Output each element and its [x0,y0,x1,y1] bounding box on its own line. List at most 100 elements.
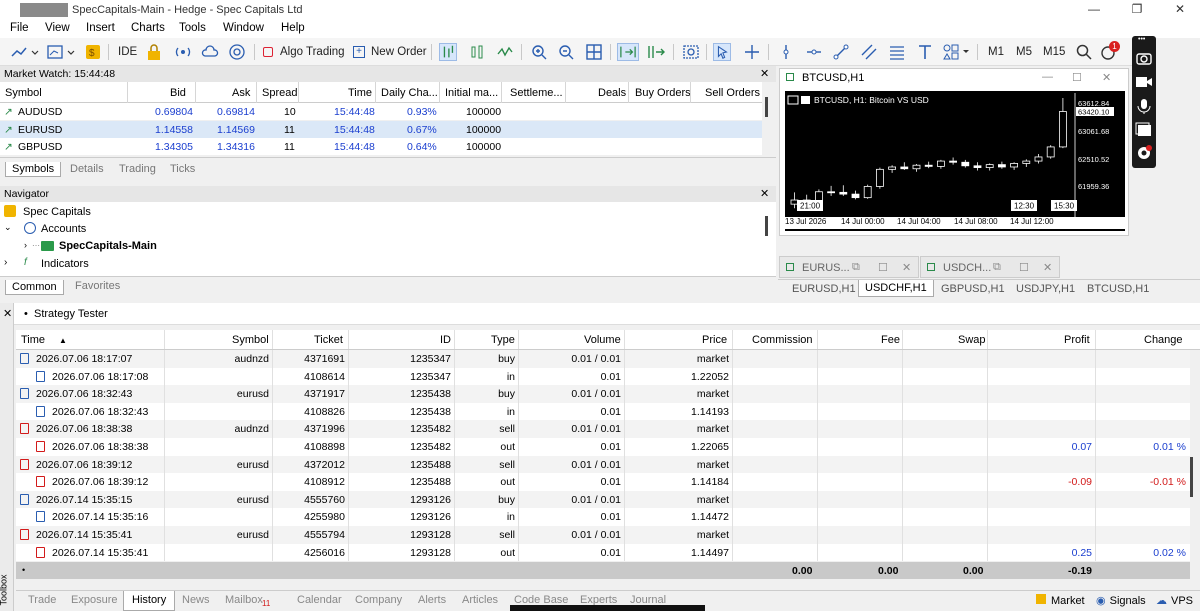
bar-chart-icon[interactable] [468,43,486,61]
col-fee[interactable]: Fee [881,334,900,346]
chart-menu-icon[interactable] [787,95,799,105]
market-watch-scrollbar[interactable] [765,97,768,117]
cloud-icon[interactable] [201,43,219,61]
col-symbol[interactable]: Symbol [232,334,269,346]
timeframe-m15[interactable]: M15 [1043,42,1065,62]
history-order-row[interactable]: 2026.07.06 18:39:12 eurusd 4372012 1235488 s… [16,455,1190,474]
history-order-row[interactable]: 2026.07.06 18:17:07 audnzd 4371691 1235347 b… [16,350,1190,368]
algo-trading-button[interactable]: Algo Trading [263,42,345,62]
column-divider[interactable] [164,330,165,349]
tab-mailbox[interactable]: Mailbox [225,594,263,606]
chart-tab-usdjpy[interactable]: USDJPY,H1 [1016,283,1075,295]
market-status-button[interactable]: Market [1036,594,1085,610]
chart-canvas[interactable]: BTCUSD, H1: Bitcoin VS USD 63612.84 6342… [785,91,1125,231]
market-watch-row[interactable]: ↗ GBPUSD 1.34305 1.34316 11 15:44:48 0.6… [0,138,762,155]
col-daily-change[interactable]: Daily Cha... [381,87,438,99]
navigator-close-icon[interactable]: ✕ [760,187,769,200]
history-order-row[interactable]: 2026.07.14 15:35:15 eurusd 4555760 1293126 b… [16,490,1190,509]
maximize-icon[interactable]: ☐ [1019,261,1029,274]
text-icon[interactable] [916,43,934,61]
column-divider[interactable] [454,330,455,349]
col-bid[interactable]: Bid [170,87,186,99]
maximize-button[interactable]: ❐ [1127,2,1147,18]
history-order-row[interactable]: 2026.07.06 18:38:38 audnzd 4371996 1235482 s… [16,420,1190,438]
tab-calendar[interactable]: Calendar [297,594,342,606]
history-deal-row[interactable]: 2026.07.14 15:35:16 4255980 1293126 in 0.01 1… [16,508,1190,526]
trendline-icon[interactable] [832,43,850,61]
tab-details[interactable]: Details [70,163,104,175]
chevron-right-icon[interactable]: › [24,240,27,250]
history-order-row[interactable]: 2026.07.14 15:35:41 eurusd 4555794 1293128 s… [16,526,1190,544]
crosshair-icon[interactable] [743,43,761,61]
column-divider[interactable] [1095,330,1096,349]
close-icon[interactable]: ✕ [1043,261,1052,274]
history-deal-row[interactable]: 2026.07.06 18:38:38 4108898 1235482 out 0.01… [16,438,1190,456]
chevron-down-icon[interactable]: ⌄ [4,222,12,233]
col-buy-orders[interactable]: Buy Orders [635,87,691,99]
column-divider[interactable] [272,330,273,349]
chart-tab-eurusd[interactable]: EURUSD,H1 [792,283,856,295]
strategy-tester-bar[interactable]: • Strategy Tester [14,303,1200,325]
col-commission[interactable]: Commission [752,334,813,346]
tab-articles[interactable]: Articles [462,594,498,606]
minimized-chart-eurusd[interactable]: EURUS... ⧉ ☐ ✕ [779,256,919,278]
tab-company[interactable]: Company [355,594,402,606]
market-watch-row[interactable]: ↗ AUDUSD 0.69804 0.69814 10 15:44:48 0.9… [0,103,762,120]
column-divider[interactable] [375,82,376,103]
col-spread[interactable]: Spread [262,87,297,99]
col-price[interactable]: Price [702,334,727,346]
column-divider[interactable] [348,330,349,349]
col-ticket[interactable]: Ticket [314,334,343,346]
column-divider[interactable] [195,82,196,103]
column-divider[interactable] [902,330,903,349]
horizontal-line-icon[interactable] [805,43,823,61]
menu-window[interactable]: Window [223,22,264,34]
menu-tools[interactable]: Tools [179,22,206,34]
column-divider[interactable] [624,330,625,349]
channel-icon[interactable] [860,43,878,61]
search-icon[interactable] [1075,43,1093,61]
restore-icon[interactable]: ⧉ [852,261,860,274]
column-divider[interactable] [690,82,691,103]
tab-exposure[interactable]: Exposure [71,594,117,606]
market-icon[interactable]: $ [84,43,102,61]
history-deal-row[interactable]: 2026.07.06 18:17:08 4108614 1235347 in 0.01 1… [16,367,1190,386]
candlestick-chart[interactable]: BTCUSD, H1: Bitcoin VS USD 63612.84 6342… [785,91,1125,231]
col-sell-orders[interactable]: Sell Orders [705,87,760,99]
tab-history[interactable]: History [123,591,176,611]
col-id[interactable]: ID [440,334,451,346]
ide-button[interactable]: IDE [118,42,137,62]
tab-alerts[interactable]: Alerts [418,594,446,606]
col-profit[interactable]: Profit [1064,334,1090,346]
history-deal-row[interactable]: 2026.07.14 15:35:41 4256016 1293128 out 0.01… [16,543,1190,562]
chart-minimize-icon[interactable]: — [1042,71,1053,83]
col-time[interactable]: Time [21,334,45,346]
window-icon[interactable] [1135,122,1153,138]
timeframe-m1[interactable]: M1 [988,42,1004,62]
lock-icon[interactable] [145,43,163,61]
chart-shift-icon[interactable] [645,43,667,61]
tab-symbols[interactable]: Symbols [5,162,62,177]
menu-charts[interactable]: Charts [131,22,165,34]
chart-type-icon[interactable] [10,43,40,61]
notifications-icon[interactable]: 1 [1100,41,1120,61]
chart-tab-usdchf[interactable]: USDCHF,H1 [858,280,934,297]
tab-trade[interactable]: Trade [28,594,56,606]
col-ask[interactable]: Ask [232,87,250,99]
column-divider[interactable] [817,330,818,349]
menu-view[interactable]: View [45,22,70,34]
col-time[interactable]: Time [348,87,372,99]
menu-file[interactable]: File [10,22,29,34]
camera-icon[interactable] [1135,50,1153,66]
zoom-in-icon[interactable] [530,43,548,61]
navigator-scrollbar[interactable] [765,216,768,236]
col-symbol[interactable]: Symbol [5,87,42,99]
shapes-icon[interactable] [942,43,972,61]
panel-menu-icon[interactable]: ••• [1138,36,1150,43]
vertical-line-icon[interactable] [777,43,795,61]
tab-news[interactable]: News [182,594,210,606]
col-swap[interactable]: Swap [958,334,986,346]
settings-gear-icon[interactable] [1135,144,1153,162]
chevron-right-icon[interactable]: › [4,257,7,268]
depth-of-market-icon[interactable] [439,43,457,61]
